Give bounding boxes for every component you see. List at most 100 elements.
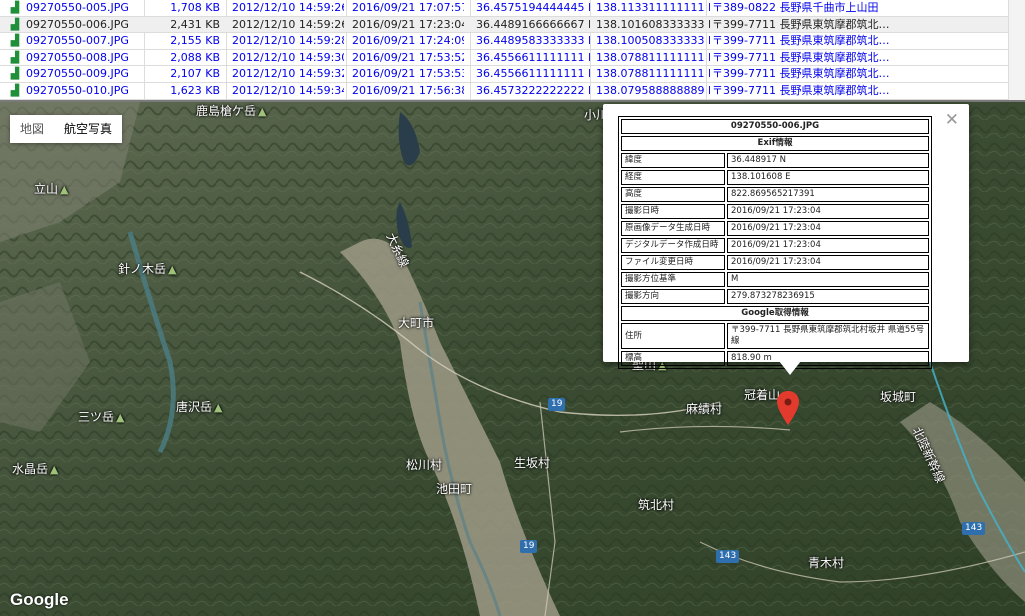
date-modified: 2016/09/21 17:23:04 [352,17,464,31]
image-file-icon: ▟ [10,1,20,14]
info-value: 138.101608 E [727,170,929,185]
place-label: 筑北村 [638,496,674,513]
file-name: 09270550-009.JPG [26,67,129,81]
close-icon[interactable]: ✕ [945,110,959,130]
place-name: 大町市 [398,316,435,330]
address: 〒399-7711 長野県東筑摩郡筑北… [712,50,890,64]
info-key: 経度 [621,170,725,185]
info-value: M [727,272,929,287]
map-type-map-button[interactable]: 地図 [10,115,54,143]
info-key: 住所 [621,323,725,349]
photo-info-window: ✕ 09270550-006.JPG Exif情報 緯度 36.448917 N 経度 1… [603,104,969,375]
longitude: 138.078811111111 E [596,67,710,81]
mountain-icon: ▲ [60,183,69,196]
place-name: 麻績村 [686,402,723,416]
latitude: 36.4556611111111 N [476,50,590,64]
vertical-scrollbar[interactable] [1008,0,1025,100]
info-value: 822.869565217391 [727,187,929,202]
place-label: 唐沢岳 ▲ [176,398,222,415]
file-name: 09270550-010.JPG [26,83,129,97]
file-size: 1,623 KB [170,83,220,97]
image-file-icon: ▟ [10,50,20,64]
place-label: 青木村 [808,554,844,571]
file-size: 2,155 KB [170,34,220,48]
info-value: 279.873278236915 [727,289,929,304]
file-list: ▟ 09270550-005.JPG 1,708 KB 2012/12/10 14:5… [0,0,1025,102]
file-name: 09270550-007.JPG [26,34,129,48]
info-value: 2016/09/21 17:23:04 [727,221,929,236]
info-title: 09270550-006.JPG [621,119,929,134]
place-name: 坂城町 [880,390,917,404]
longitude: 138.113311111111 E [596,1,710,14]
file-row[interactable]: ▟ 09270550-010.JPG 1,623 KB 2012/12/10 14:5… [0,83,1025,100]
latitude: 36.4573222222222 N [476,83,590,97]
date-taken: 2012/12/10 14:59:28 [232,34,344,48]
latitude: 36.4489583333333 N [476,34,590,48]
info-value: 2016/09/21 17:23:04 [727,204,929,219]
file-row[interactable]: ▟ 09270550-009.JPG 2,107 KB 2012/12/10 14:5… [0,66,1025,83]
address: 〒389-0822 長野県千曲市上山田 [712,1,879,14]
place-name: 立山 [34,182,59,196]
file-size: 2,431 KB [170,17,220,31]
date-modified: 2016/09/21 17:53:53 [352,67,464,81]
image-file-icon: ▟ [10,83,20,97]
place-name: 水晶岳 [12,462,49,476]
map-marker-icon[interactable] [777,391,799,425]
date-modified: 2016/09/21 17:07:57 [352,1,464,14]
exif-section-header: Exif情報 [621,136,929,151]
date-modified: 2016/09/21 17:53:52 [352,50,464,64]
place-label: 針ノ木岳 ▲ [118,260,176,277]
file-row[interactable]: ▟ 09270550-007.JPG 2,155 KB 2012/12/10 14:5… [0,33,1025,50]
place-label: 松川村 [406,456,442,473]
map-type-satellite-button[interactable]: 航空写真 [54,115,122,143]
place-name: 針ノ木岳 [118,262,167,276]
file-size: 2,107 KB [170,67,220,81]
date-taken: 2012/12/10 14:59:26 [232,1,344,14]
mountain-icon: ▲ [168,263,177,276]
place-name: 筑北村 [638,498,675,512]
info-row: 経度 138.101608 E [621,170,929,185]
address: 〒399-7711 長野県東筑摩郡筑北… [712,34,890,48]
mountain-icon: ▲ [214,401,223,414]
place-name: 青木村 [808,556,845,570]
place-name: 唐沢岳 [176,400,213,414]
place-label: 生坂村 [514,454,550,471]
file-row[interactable]: ▟ 09270550-005.JPG 1,708 KB 2012/12/10 14:5… [0,0,1025,17]
place-name: 生坂村 [514,456,551,470]
file-name: 09270550-005.JPG [26,1,129,14]
place-label: 大町市 [398,314,434,331]
info-row: 緯度 36.448917 N [621,153,929,168]
longitude: 138.100508333333 E [596,34,710,48]
mountain-icon: ▲ [258,105,267,118]
road-shield: 143 [962,522,986,535]
place-label: 池田町 [436,480,472,497]
file-row[interactable]: ▟ 09270550-008.JPG 2,088 KB 2012/12/10 14:5… [0,50,1025,67]
info-row: 撮影方向 279.873278236915 [621,289,929,304]
info-value: 2016/09/21 17:23:04 [727,255,929,270]
info-key: 高度 [621,187,725,202]
info-row: 高度 822.869565217391 [621,187,929,202]
place-name: 鹿島槍ケ岳 [196,104,257,118]
road-shield: 143 [716,550,740,563]
longitude: 138.079588888889 E [596,83,710,97]
info-key: デジタルデータ作成日時 [621,238,725,253]
place-label: 鹿島槍ケ岳 ▲ [196,102,266,119]
address: 〒399-7711 長野県東筑摩郡筑北… [712,17,890,31]
road-shield: 19 [520,540,538,553]
address: 〒399-7711 長野県東筑摩郡筑北… [712,67,890,81]
file-row[interactable]: ▟ 09270550-006.JPG 2,431 KB 2012/12/10 14:5… [0,16,1025,34]
place-label: 水晶岳 ▲ [12,460,58,477]
image-file-icon: ▟ [10,17,20,31]
date-taken: 2012/12/10 14:59:32 [232,67,344,81]
image-file-icon: ▟ [10,67,20,81]
date-taken: 2012/12/10 14:59:34 [232,83,344,97]
longitude: 138.078811111111 E [596,50,710,64]
info-value: 36.448917 N [727,153,929,168]
info-value: 2016/09/21 17:23:04 [727,238,929,253]
place-name: 松川村 [406,458,443,472]
file-size: 1,708 KB [170,1,220,14]
date-taken: 2012/12/10 14:59:30 [232,50,344,64]
info-row: 原画像データ生成日時 2016/09/21 17:23:04 [621,221,929,236]
place-name: 池田町 [436,482,473,496]
image-file-icon: ▟ [10,34,20,48]
